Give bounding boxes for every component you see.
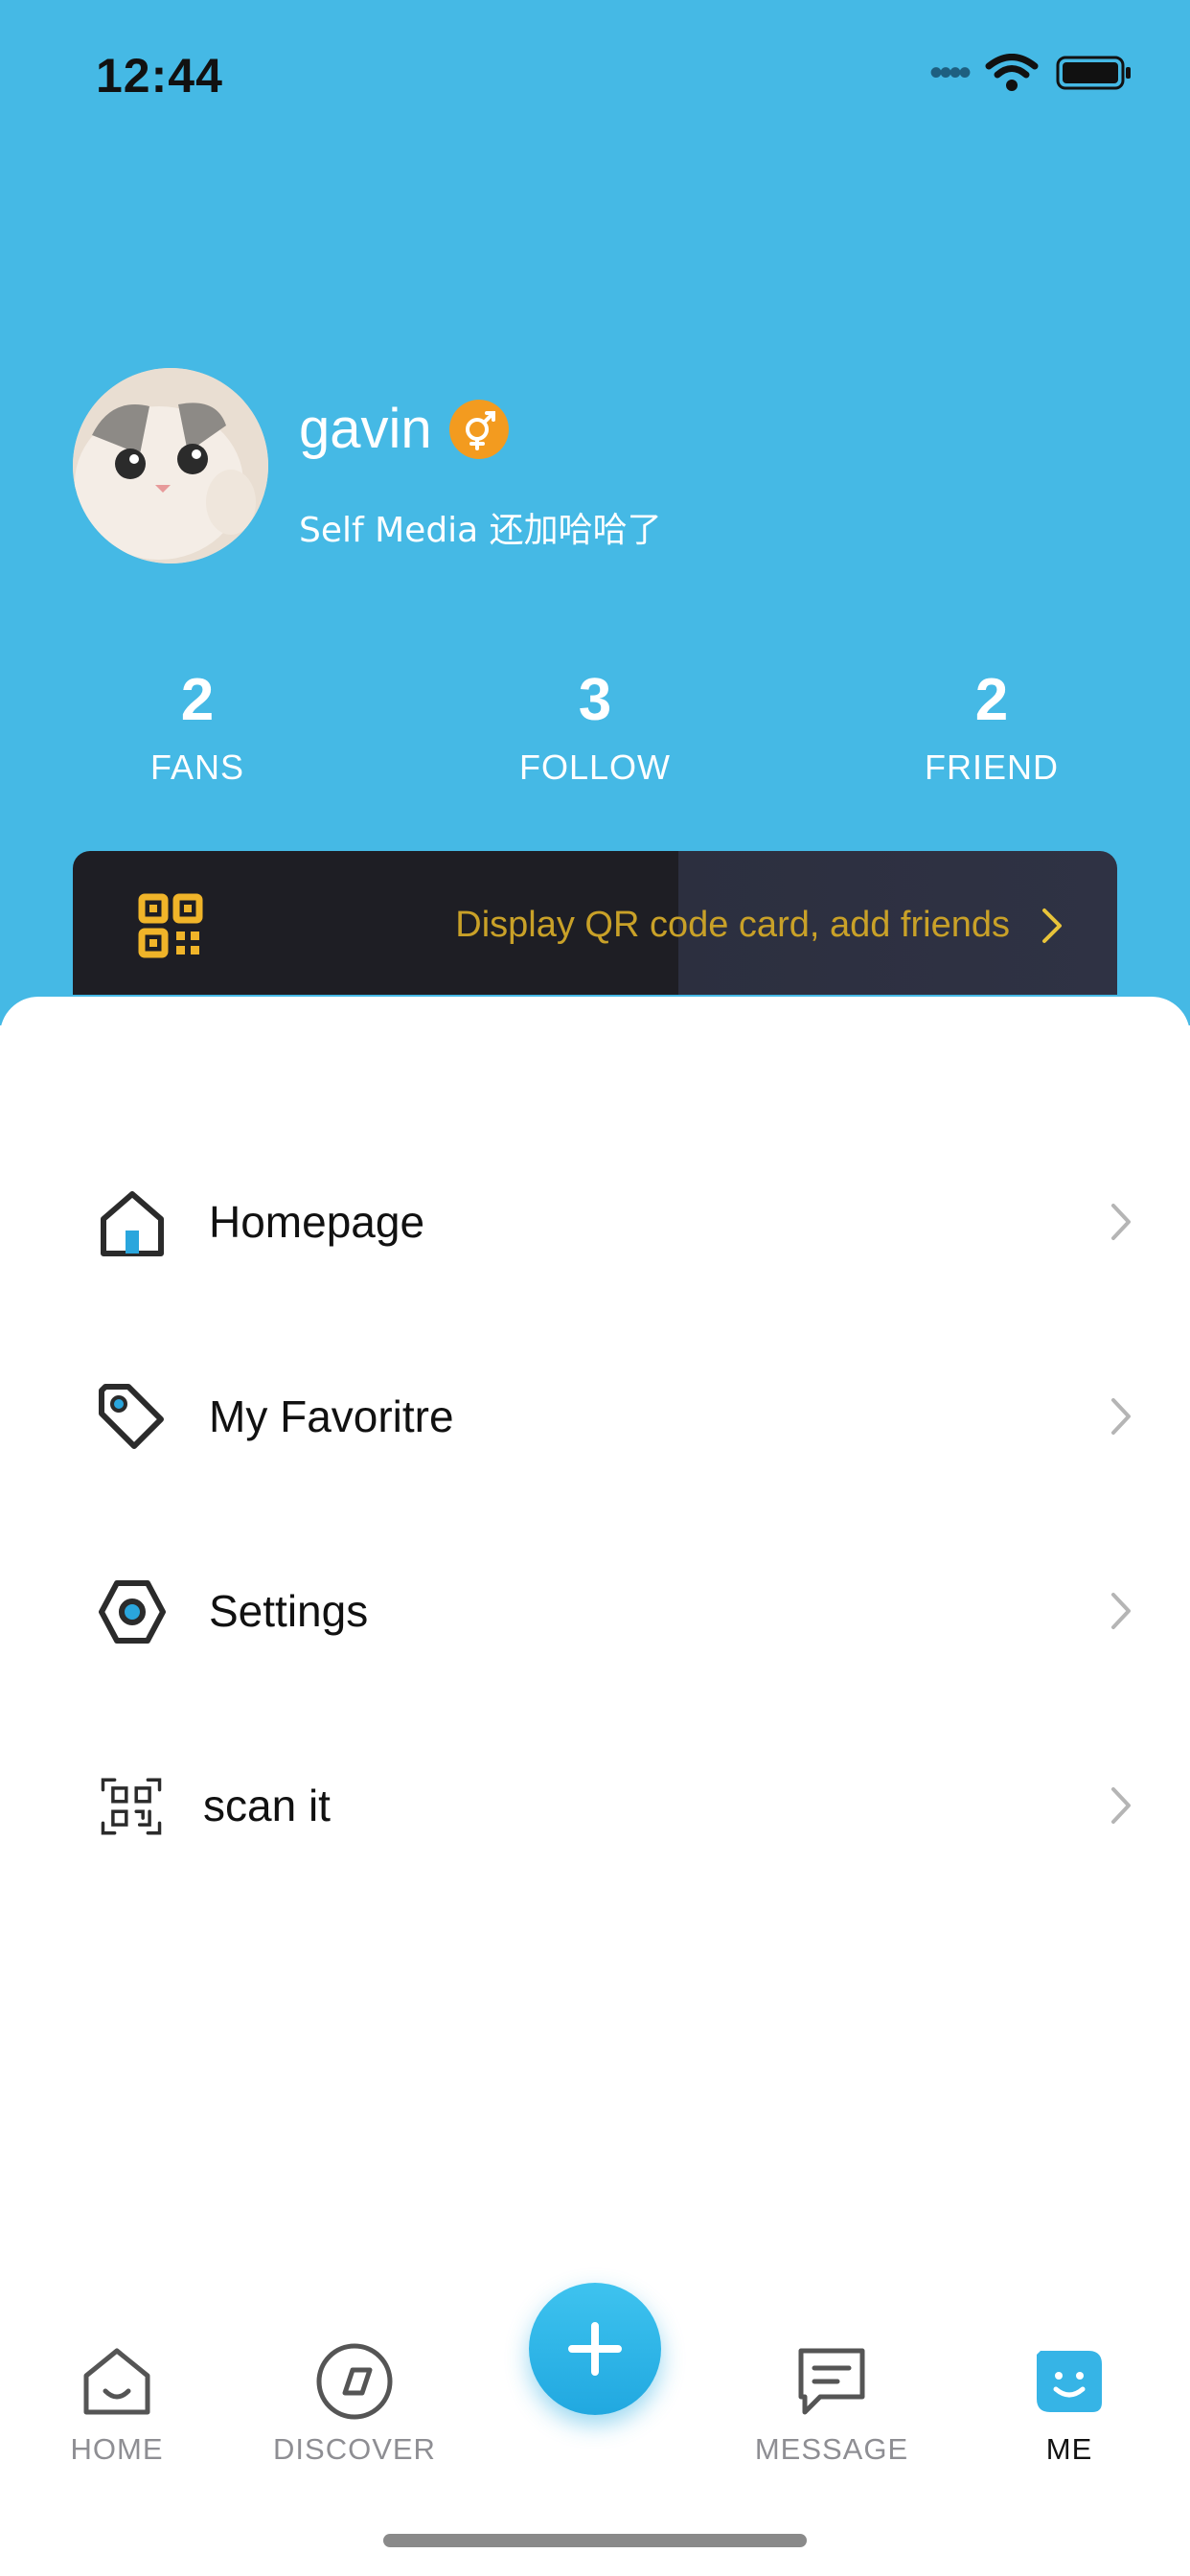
menu-item-label: Homepage: [209, 1197, 425, 1247]
stat-fans[interactable]: 2 FANS: [54, 671, 341, 788]
tab-home[interactable]: HOME: [21, 2338, 213, 2467]
avatar[interactable]: [73, 368, 268, 564]
menu-item-scan[interactable]: scan it: [0, 1739, 1190, 1874]
stat-friend[interactable]: 2 FRIEND: [848, 671, 1135, 788]
qr-code-icon: [138, 893, 203, 958]
signal-icon: ••••: [928, 52, 972, 94]
profile-header: 12:44 •••• gavin Self Media 还加哈哈了 2 FANS…: [0, 0, 1190, 1025]
me-icon: [1037, 2351, 1102, 2412]
home-tab-icon: [83, 2348, 150, 2415]
add-post-button[interactable]: [529, 2283, 661, 2415]
stat-fans-label: FANS: [149, 748, 245, 787]
chevron-right-icon: [1111, 1787, 1131, 1824]
tab-message[interactable]: MESSAGE: [736, 2338, 927, 2467]
stat-fans-value: 2: [180, 667, 215, 733]
chevron-right-icon: [1111, 1204, 1131, 1240]
menu-item-settings[interactable]: Settings: [0, 1545, 1190, 1679]
tab-discover[interactable]: DISCOVER: [259, 2338, 450, 2467]
tab-me[interactable]: ME: [973, 2338, 1165, 2467]
home-icon: [101, 1191, 164, 1256]
menu-item-label: scan it: [203, 1781, 331, 1830]
status-icons: ••••: [929, 54, 1133, 92]
tag-icon: [99, 1384, 164, 1449]
battery-icon: [1056, 56, 1131, 90]
profile-bio: Self Media 还加哈哈了: [299, 511, 662, 550]
settings-icon: [99, 1580, 166, 1644]
tab-me-label: ME: [1045, 2432, 1093, 2466]
menu-item-label: My Favoritre: [209, 1392, 454, 1441]
gender-icon: [448, 399, 509, 459]
message-icon: [798, 2348, 865, 2415]
scan-icon: [101, 1778, 162, 1835]
username-row: gavin: [299, 397, 509, 461]
stat-friend-value: 2: [974, 667, 1009, 733]
chevron-right-icon: [1042, 908, 1062, 943]
cat-avatar-image: [73, 368, 268, 564]
tab-discover-label: DISCOVER: [273, 2432, 436, 2466]
stat-follow-label: FOLLOW: [518, 748, 671, 787]
qr-card-text: Display QR code card, add friends: [455, 905, 1010, 945]
plus-icon: [568, 2322, 622, 2376]
compass-icon: [316, 2343, 393, 2420]
menu-item-favorite[interactable]: My Favoritre: [0, 1350, 1190, 1484]
stat-follow-value: 3: [578, 667, 612, 733]
chevron-right-icon: [1111, 1593, 1131, 1629]
status-time: 12:44: [96, 49, 223, 103]
qr-code-card[interactable]: Display QR code card, add friends: [73, 851, 1117, 995]
menu-item-homepage[interactable]: Homepage: [0, 1156, 1190, 1290]
stat-friend-label: FRIEND: [925, 748, 1059, 787]
tab-home-label: HOME: [70, 2432, 164, 2466]
username: gavin: [299, 398, 432, 460]
menu-item-label: Settings: [209, 1586, 369, 1636]
stat-follow[interactable]: 3 FOLLOW: [451, 671, 739, 788]
home-indicator: [383, 2534, 807, 2547]
tab-message-label: MESSAGE: [754, 2432, 909, 2466]
wifi-icon: [985, 54, 1039, 91]
chevron-right-icon: [1111, 1398, 1131, 1435]
